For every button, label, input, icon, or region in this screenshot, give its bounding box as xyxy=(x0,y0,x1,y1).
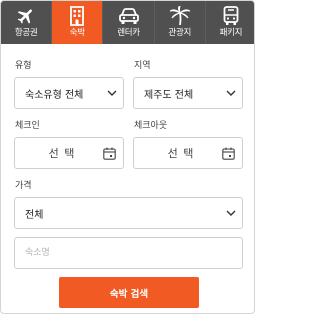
tab-label: 패키지 xyxy=(219,28,243,38)
price-label: 가격 xyxy=(15,181,32,191)
tab-flights[interactable]: 항공권 xyxy=(1,1,53,44)
bus-icon xyxy=(219,5,243,27)
type-label: 유형 xyxy=(15,61,32,71)
calendar-icon xyxy=(220,138,242,168)
price-select-value: 전체 xyxy=(25,209,44,221)
category-tabs: 항공권 숙박 렌터카 관광지 패키지 xyxy=(1,1,254,44)
hotel-icon xyxy=(65,5,89,27)
checkout-label: 체크아웃 xyxy=(134,121,168,131)
chevron-down-icon xyxy=(224,198,242,228)
checkout-date-picker[interactable]: 선 택 xyxy=(133,137,243,169)
tab-attractions[interactable]: 관광지 xyxy=(155,1,206,44)
lodging-name-input[interactable] xyxy=(14,237,243,269)
tab-label: 렌터카 xyxy=(117,28,140,38)
checkin-date-picker[interactable]: 선 택 xyxy=(14,137,124,169)
type-select[interactable]: 숙소유형 전체 xyxy=(14,77,124,109)
palm-tree-icon xyxy=(168,5,192,27)
tab-label: 관광지 xyxy=(168,28,191,38)
checkin-value: 선 택 xyxy=(48,147,76,160)
tab-label: 항공권 xyxy=(14,28,38,38)
tab-rental-car[interactable]: 렌터카 xyxy=(103,1,155,44)
chevron-down-icon xyxy=(224,78,242,108)
calendar-icon xyxy=(101,138,123,168)
region-select-value: 제주도 전체 xyxy=(144,89,194,101)
search-widget: 항공권 숙박 렌터카 관광지 패키지 유형 숙소유형 전체 지역 제주도 전체 … xyxy=(0,0,255,314)
airplane-icon xyxy=(14,5,38,27)
car-icon xyxy=(117,5,141,27)
chevron-down-icon xyxy=(105,78,123,108)
search-button[interactable]: 숙박 검색 xyxy=(59,277,199,308)
checkin-label: 체크인 xyxy=(15,121,40,131)
region-label: 지역 xyxy=(134,61,151,71)
type-select-value: 숙소유형 전체 xyxy=(25,89,84,101)
price-select[interactable]: 전체 xyxy=(14,197,243,229)
tab-lodging[interactable]: 숙박 xyxy=(52,1,104,44)
checkout-value: 선 택 xyxy=(167,147,195,160)
region-select[interactable]: 제주도 전체 xyxy=(133,77,243,109)
tab-label: 숙박 xyxy=(69,28,85,38)
tab-packages[interactable]: 패키지 xyxy=(206,1,254,44)
